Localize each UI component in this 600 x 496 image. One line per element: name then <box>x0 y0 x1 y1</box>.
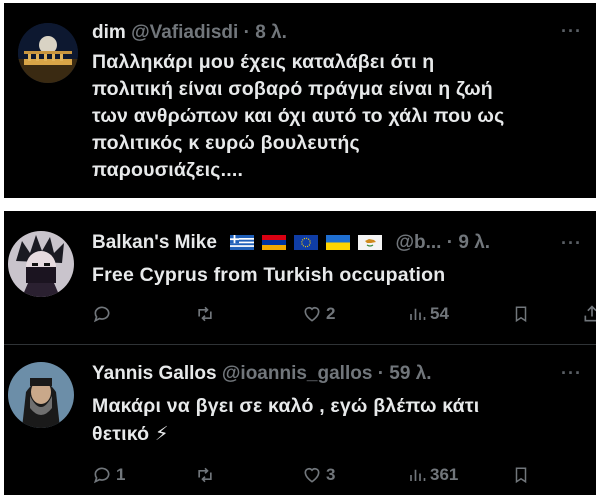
text-line: Free Cyprus from Turkish occupation <box>92 264 446 286</box>
avatar[interactable] <box>8 362 74 428</box>
timestamp[interactable]: 9 λ. <box>458 232 490 253</box>
text-line: των ανθρώπων και όχι αυτό το χάλι που ως <box>92 105 505 127</box>
repost-button[interactable] <box>194 465 220 485</box>
more-options-icon[interactable]: ··· <box>561 363 582 384</box>
views-icon <box>410 308 426 320</box>
repost-button[interactable] <box>194 304 220 324</box>
tweet[interactable]: dim @Vafiadisdi · 8 λ. ··· Παλληκάρι μου… <box>4 3 596 198</box>
tweet[interactable]: Balkan's Mike @b... · 9 λ. ··· Free Cypr… <box>4 211 596 344</box>
cyprus-flag-icon <box>358 235 383 250</box>
share-icon <box>584 305 596 322</box>
armenia-flag-icon <box>262 235 287 250</box>
heart-icon <box>304 306 320 322</box>
reply-card-1: dim @Vafiadisdi · 8 λ. ··· Παλληκάρι μου… <box>4 3 596 198</box>
reply-button[interactable] <box>92 304 116 324</box>
eu-flag-icon <box>294 235 319 250</box>
separator-dot: · <box>446 232 454 253</box>
separator-dot: · <box>243 22 250 43</box>
timestamp[interactable]: 8 λ. <box>255 22 287 43</box>
views-icon <box>410 469 426 481</box>
reply-card-2: Balkan's Mike @b... · 9 λ. ··· Free Cypr… <box>4 211 596 495</box>
heart-icon <box>304 467 320 483</box>
like-button[interactable]: 3 <box>302 465 335 485</box>
tweet-actions: 1 3 361 <box>92 465 596 491</box>
avatar[interactable] <box>18 23 78 83</box>
share-button[interactable] <box>582 304 596 324</box>
bookmark-button[interactable] <box>512 304 530 324</box>
text-line: πολιτική είναι σοβαρό πράγμα είναι η ζωή <box>92 78 493 100</box>
flag-emojis <box>230 232 395 253</box>
text-line: Μακάρι να βγει σε καλό , εγώ βλέπω κάτι <box>92 395 480 417</box>
user-handle[interactable]: @ioannis_gallos <box>222 363 373 384</box>
tweet-text: Free Cyprus from Turkish occupation <box>92 262 587 289</box>
display-name[interactable]: Yannis Gallos <box>92 363 217 384</box>
display-name[interactable]: dim <box>92 22 126 43</box>
avatar[interactable] <box>8 231 74 297</box>
display-name[interactable]: Balkan's Mike <box>92 232 217 253</box>
reply-icon <box>93 467 110 484</box>
reply-count: 1 <box>116 465 126 484</box>
tweet-text: Παλληκάρι μου έχεις καταλάβει ότι η πολι… <box>92 49 587 184</box>
repost-icon <box>198 467 212 483</box>
reply-button[interactable]: 1 <box>92 465 125 485</box>
tweet-text: Μακάρι να βγει σε καλό , εγώ βλέπω κάτι … <box>92 392 587 448</box>
like-count: 2 <box>326 304 336 323</box>
tweet[interactable]: Yannis Gallos @ioannis_gallos · 59 λ. ··… <box>4 345 596 495</box>
text-line: πολιτικός κ ευρώ βουλευτής <box>92 132 360 154</box>
views-button[interactable]: 361 <box>408 465 458 485</box>
text-line: Παλληκάρι μου έχεις καταλάβει ότι η <box>92 51 435 73</box>
bookmark-button[interactable] <box>512 465 530 485</box>
user-handle[interactable]: @b... <box>395 232 441 253</box>
text-line: θετικό ⚡ <box>92 423 169 445</box>
view-count: 361 <box>430 465 459 484</box>
bookmark-icon <box>515 306 527 323</box>
bookmark-icon <box>515 467 527 484</box>
repost-icon <box>198 306 212 322</box>
timestamp[interactable]: 59 λ. <box>389 363 431 384</box>
separator-dot: · <box>377 363 385 384</box>
views-button[interactable]: 54 <box>408 304 449 324</box>
user-handle[interactable]: @Vafiadisdi <box>131 22 238 43</box>
greece-flag-icon <box>230 235 255 250</box>
view-count: 54 <box>430 304 449 323</box>
more-options-icon[interactable]: ··· <box>561 233 582 254</box>
reply-icon <box>93 306 110 323</box>
like-button[interactable]: 2 <box>302 304 335 324</box>
like-count: 3 <box>326 465 336 484</box>
ukraine-flag-icon <box>326 235 351 250</box>
tweet-actions: 2 54 <box>92 304 596 330</box>
more-options-icon[interactable]: ··· <box>561 21 582 42</box>
text-line: παρουσιάζεις.... <box>92 159 244 181</box>
